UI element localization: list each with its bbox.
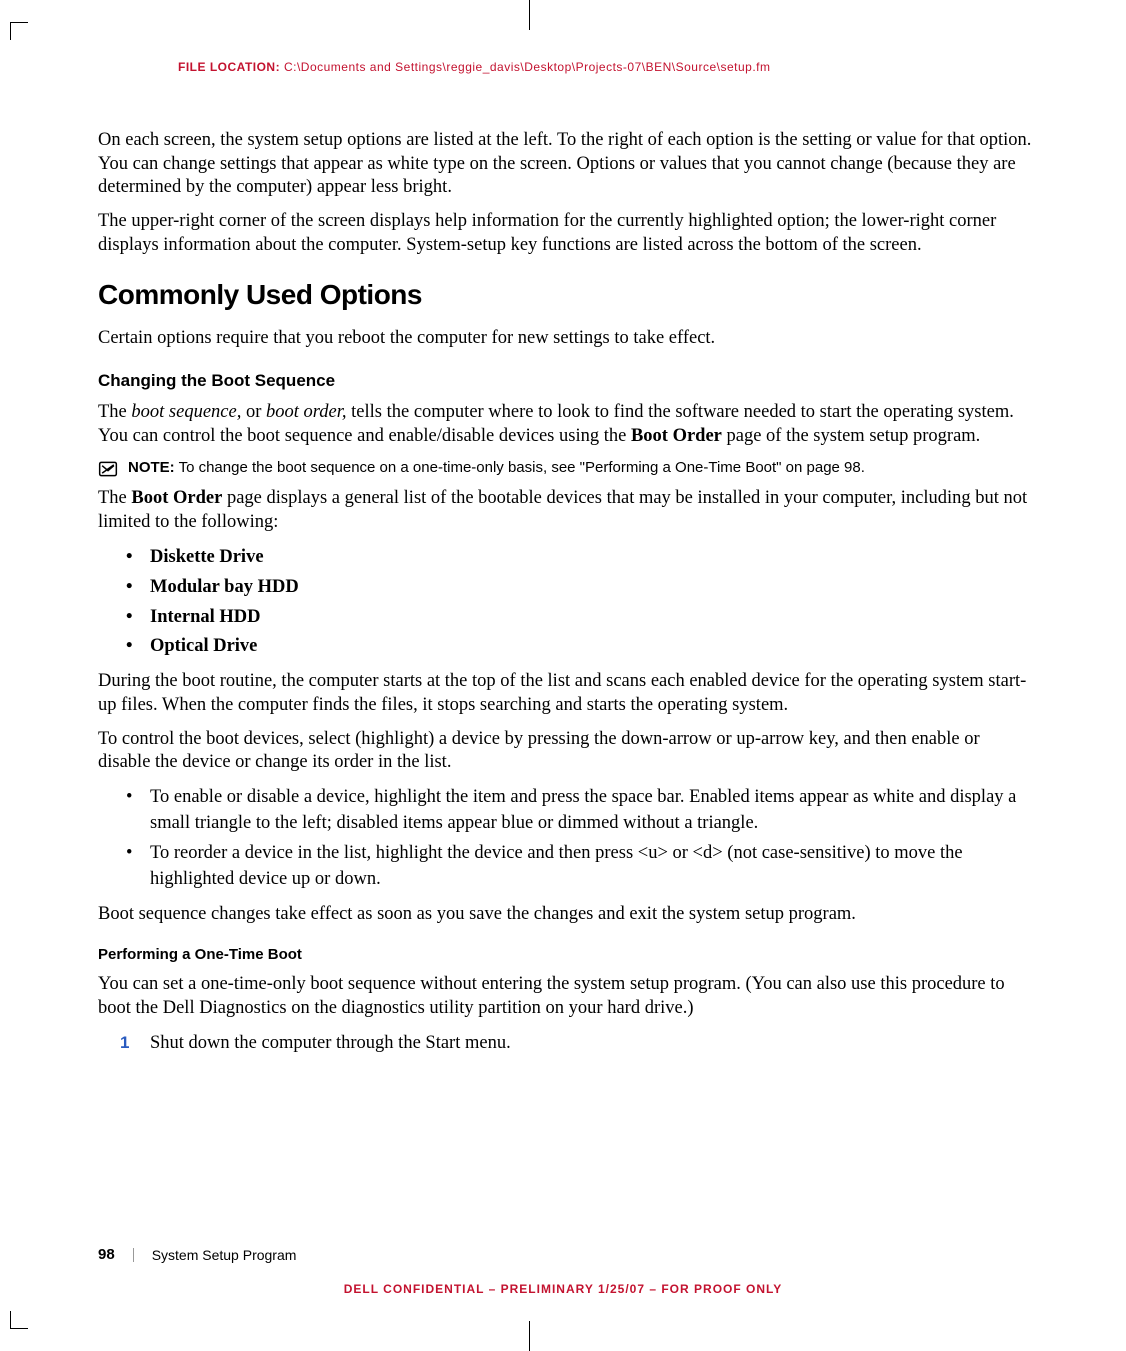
crop-corner-bottom-left [10,1311,28,1329]
during-boot-paragraph: During the boot routine, the computer st… [98,670,1036,717]
heading-commonly-used-options: Commonly Used Options [98,279,1036,311]
list-item: To enable or disable a device, highlight… [98,785,1036,837]
step-list: 1 Shut down the computer through the Sta… [98,1031,1036,1057]
text-italic: boot order, [266,402,347,422]
device-list: Diskette Drive Modular bay HDD Internal … [98,545,1036,661]
file-location-path: C:\Documents and Settings\reggie_davis\D… [280,60,770,74]
text-fragment: The [98,488,131,508]
text-fragment: Shut down the computer through the [150,1033,425,1053]
page-number: 98 [98,1246,115,1263]
text-bold: Start [425,1033,460,1053]
text-italic: boot sequence, [131,402,241,422]
heading-changing-boot-sequence: Changing the Boot Sequence [98,371,1036,391]
note-icon [98,459,118,479]
boot-order-paragraph: The Boot Order page displays a general l… [98,487,1036,534]
boot-sequence-paragraph: The boot sequence, or boot order, tells … [98,401,1036,448]
crop-mark-top [529,0,530,30]
crop-mark-bottom [529,1321,530,1351]
list-item: Diskette Drive [98,545,1036,571]
intro-paragraph-1: On each screen, the system setup options… [98,129,1036,200]
footer-divider [133,1248,134,1262]
section-title: System Setup Program [152,1247,297,1263]
note-text: NOTE: To change the boot sequence on a o… [128,458,865,478]
list-item: Modular bay HDD [98,575,1036,601]
file-location-label: FILE LOCATION: [178,60,280,74]
text-fragment: The [98,402,131,422]
text-fragment: menu. [460,1033,510,1053]
step-number: 1 [120,1031,129,1055]
crop-corner-top-left [10,22,28,40]
commonly-used-paragraph: Certain options require that you reboot … [98,327,1036,351]
text-fragment: page of the system setup program. [722,426,980,446]
note-label: NOTE: [128,459,175,476]
confidential-footer: DELL CONFIDENTIAL – PRELIMINARY 1/25/07 … [0,1282,1126,1296]
note-block: NOTE: To change the boot sequence on a o… [98,458,1036,479]
text-fragment: or [241,402,266,422]
list-item: Internal HDD [98,605,1036,631]
one-time-boot-paragraph: You can set a one-time-only boot sequenc… [98,973,1036,1020]
list-item: 1 Shut down the computer through the Sta… [98,1031,1036,1057]
text-bold: Boot Order [131,488,222,508]
heading-one-time-boot: Performing a One-Time Boot [98,946,1036,963]
instruction-list: To enable or disable a device, highlight… [98,785,1036,893]
text-bold: Boot Order [631,426,722,446]
list-item: To reorder a device in the list, highlig… [98,841,1036,893]
text-fragment: page displays a general list of the boot… [98,488,1027,532]
control-boot-paragraph: To control the boot devices, select (hig… [98,728,1036,775]
page-footer: 98 System Setup Program [98,1246,296,1263]
file-location-header: FILE LOCATION: C:\Documents and Settings… [178,60,1036,74]
boot-changes-paragraph: Boot sequence changes take effect as soo… [98,903,1036,927]
note-body: To change the boot sequence on a one-tim… [175,459,865,476]
intro-paragraph-2: The upper-right corner of the screen dis… [98,210,1036,257]
list-item: Optical Drive [98,634,1036,660]
page-content: FILE LOCATION: C:\Documents and Settings… [98,60,1036,1271]
